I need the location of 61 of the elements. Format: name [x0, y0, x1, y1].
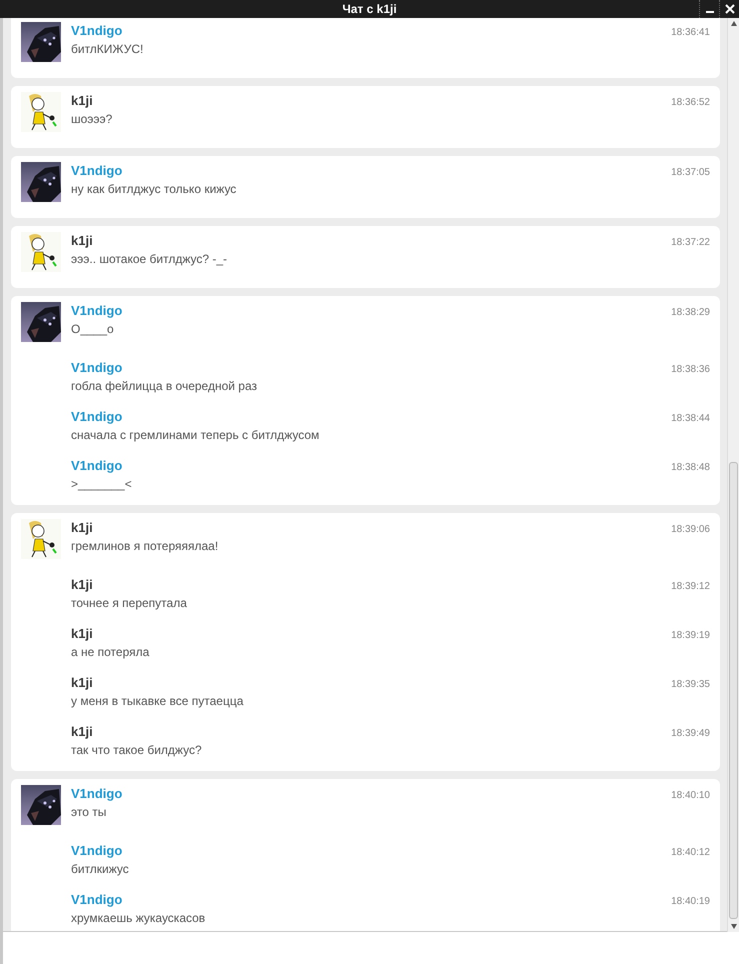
- author-name: k1ji: [71, 232, 93, 250]
- message-time: 18:39:12: [671, 581, 710, 592]
- author-name: V1ndigo: [71, 22, 122, 40]
- message-time: 18:40:12: [671, 847, 710, 858]
- message-text: сначала с гремлинами теперь с битлджусом: [71, 427, 320, 444]
- message-text: битлкижус: [71, 861, 130, 878]
- message-text: гремлинов я потеряяялаа!: [71, 538, 220, 555]
- message-text: >_______<: [71, 476, 133, 493]
- author-name: k1ji: [71, 674, 93, 692]
- window-title: Чат с k1ji: [342, 2, 397, 16]
- author-name: V1ndigo: [71, 842, 122, 860]
- author-name: k1ji: [71, 723, 93, 741]
- minimize-icon: [706, 11, 714, 13]
- author-name: V1ndigo: [71, 891, 122, 909]
- message-time: 18:39:35: [671, 679, 710, 690]
- author-name: k1ji: [71, 519, 93, 537]
- message-text: а не потеряла: [71, 644, 150, 661]
- avatar-icon: [21, 92, 61, 132]
- message-time: 18:38:29: [671, 307, 710, 318]
- message-time: 18:39:06: [671, 524, 710, 535]
- message-text: ну как битлджус только кижус: [71, 181, 238, 198]
- message-text: О____о: [71, 321, 115, 338]
- author-name: V1ndigo: [71, 359, 122, 377]
- message-text: хрумкаешь жукаускасов: [71, 910, 206, 927]
- message-text: шоэээ?: [71, 111, 114, 128]
- message-text: гобла фейлицца в очередной раз: [71, 378, 258, 395]
- author-name: k1ji: [71, 576, 93, 594]
- author-name: k1ji: [71, 92, 93, 110]
- avatar-icon: [21, 22, 61, 62]
- avatar-icon: [21, 232, 61, 272]
- author-name: k1ji: [71, 625, 93, 643]
- scroll-down-icon[interactable]: [730, 924, 736, 929]
- author-name: V1ndigo: [71, 785, 122, 803]
- avatar-icon: [21, 162, 61, 202]
- avatar-icon: [21, 519, 61, 559]
- message-time: 18:36:52: [671, 97, 710, 108]
- message-text: битлКИЖУС!: [71, 41, 144, 58]
- message-time: 18:37:22: [671, 237, 710, 248]
- message-text: это ты: [71, 804, 108, 821]
- avatar-icon: [21, 785, 61, 825]
- author-name: V1ndigo: [71, 302, 122, 320]
- message-text: эээ.. шотакое битлджус? -_-: [71, 251, 228, 268]
- message-time: 18:38:36: [671, 364, 710, 375]
- message-time: 18:37:05: [671, 167, 710, 178]
- message-time: 18:39:49: [671, 728, 710, 739]
- message-text: так что такое билджус?: [71, 742, 203, 759]
- message-time: 18:38:48: [671, 462, 710, 473]
- message-text: у меня в тыкавке все путаецца: [71, 693, 244, 710]
- avatar-icon: [21, 302, 61, 342]
- message-time: 18:38:44: [671, 413, 710, 424]
- close-icon: [724, 4, 734, 14]
- message-time: 18:40:19: [671, 896, 710, 907]
- author-name: V1ndigo: [71, 408, 122, 426]
- message-text: точнее я перепутала: [71, 595, 188, 612]
- message-time: 18:36:41: [671, 27, 710, 38]
- scrollbar[interactable]: [727, 18, 739, 932]
- scroll-up-icon[interactable]: [730, 21, 736, 26]
- author-name: V1ndigo: [71, 457, 122, 475]
- message-time: 18:39:19: [671, 630, 710, 641]
- author-name: V1ndigo: [71, 162, 122, 180]
- message-time: 18:40:10: [671, 790, 710, 801]
